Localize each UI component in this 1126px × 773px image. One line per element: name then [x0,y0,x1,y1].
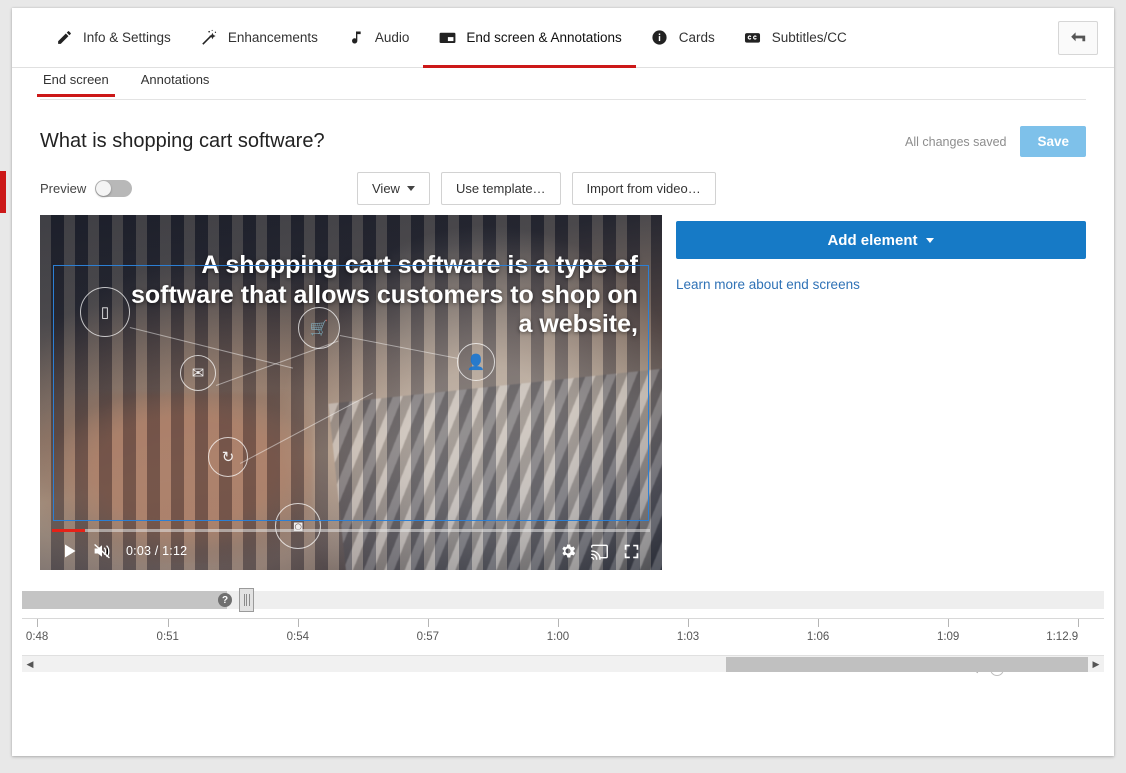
info-circle-icon [650,28,670,48]
end-screen-icon [437,28,457,48]
nav-tab-label: End screen & Annotations [466,30,622,45]
help-circle-icon[interactable]: ? [218,593,232,607]
ruler-tick [37,619,39,627]
closed-caption-icon [743,28,763,48]
help-glyph: ? [221,594,229,606]
nav-tab-subtitles-cc[interactable]: Subtitles/CC [729,8,861,68]
ruler-tick [1078,619,1080,627]
title-row: What is shopping cart software? All chan… [40,100,1086,171]
nav-tab-end-screen-annotations[interactable]: End screen & Annotations [423,8,637,68]
save-area: All changes saved Save [905,126,1086,157]
scrollbar-thumb[interactable] [725,656,1088,672]
subtab-label: Annotations [140,72,210,87]
ruler-tick [948,619,950,627]
horizontal-scrollbar[interactable]: ◀ ▶ [22,655,1104,672]
back-button[interactable] [1058,21,1098,55]
ruler-tick-label: 0:51 [156,631,179,643]
save-status-text: All changes saved [905,134,1007,149]
magic-wand-icon [199,28,219,48]
editor-card: Info & Settings Enhancements Audio End s… [12,8,1114,756]
handle-line [246,594,247,606]
subtab-label: End screen [43,72,109,87]
nav-tab-audio[interactable]: Audio [332,8,424,68]
scroll-right-arrow-icon[interactable]: ▶ [1088,656,1104,673]
ruler-tick-label: 1:03 [676,631,700,643]
preview-toggle[interactable] [95,179,133,197]
hud-node-refresh-icon: ↻ [208,437,248,477]
video-controls: 0:03 / 1:12 [40,532,662,570]
top-nav: Info & Settings Enhancements Audio End s… [12,8,1114,68]
editor-area: ▯ 🛒 👤 ✉ ↻ ◙ A shopping cart software is … [40,215,1086,570]
import-from-video-button[interactable]: Import from video… [571,171,716,205]
add-element-button[interactable]: Add element [675,221,1086,259]
ruler-tick-label: 0:54 [286,631,310,643]
left-edge-sliver [0,171,6,213]
right-panel: Add element Learn more about end screens [675,215,1086,570]
timeline-track[interactable]: ? [22,588,1104,612]
nav-tab-enhancements[interactable]: Enhancements [185,8,332,68]
chevron-down-icon [926,237,935,243]
preview-label: Preview [40,180,87,196]
ruler-tick-label: 1:12.9 [1046,631,1079,643]
scrollbar-trough[interactable] [38,656,1088,673]
sub-tabs: End screen Annotations [37,68,1086,100]
subtab-annotations[interactable]: Annotations [138,72,213,96]
use-template-button[interactable]: Use template… [440,171,561,205]
ruler-tick [818,619,820,627]
editor-toolbar: Preview View Use template… Import from v… [40,171,1086,205]
ruler-tick [557,619,559,627]
nav-tab-label: Enhancements [227,30,318,45]
nav-tab-label: Info & Settings [83,30,171,45]
toggle-knob [96,180,112,196]
ruler-tick [427,619,429,627]
play-icon[interactable] [54,535,86,567]
drag-handle-icon[interactable] [239,588,254,612]
music-note-icon [346,28,366,48]
timeline-track-filled [22,591,227,609]
video-overlay-text: A shopping cart software is a type of so… [130,251,638,338]
add-element-label: Add element [827,231,918,249]
volume-muted-icon[interactable] [86,535,118,567]
subtab-end-screen[interactable]: End screen [37,72,115,97]
learn-more-link[interactable]: Learn more about end screens [676,277,860,292]
save-button[interactable]: Save [1020,126,1086,157]
view-button-label: View [372,180,400,196]
timeline-ruler: 0:48 0:51 0:54 0:57 1:00 1:03 1:06 1:09 1:12.9 [22,618,1104,654]
preview-toggle-group: Preview [40,179,133,197]
hud-node-user-icon: 👤 [457,343,495,381]
handle-line [248,594,250,606]
ruler-tick-label: 1:06 [806,631,830,643]
timeline: ? 0:48 0:51 0:54 0:57 1:00 1:03 1:06 1:09 1:12.9 [12,588,1114,682]
ruler-tick-label: 1:00 [546,631,570,643]
fullscreen-icon[interactable] [616,535,648,567]
video-time-display: 0:03 / 1:12 [126,544,188,558]
ruler-tick-label: 1:09 [936,631,960,643]
page-title: What is shopping cart software? [40,130,325,152]
nav-tab-label: Cards [678,30,715,45]
gear-icon[interactable] [552,535,584,567]
back-arrow-icon [1068,30,1088,46]
handle-line [243,594,245,606]
cast-icon[interactable] [584,535,616,567]
scroll-left-arrow-icon[interactable]: ◀ [22,656,38,673]
ruler-tick-label: 0:48 [25,631,49,643]
hud-node-mail-icon: ✉ [180,355,216,391]
ruler-tick [688,619,690,627]
use-template-label: Use template… [455,180,546,196]
pencil-icon [54,28,74,48]
nav-tab-info-settings[interactable]: Info & Settings [40,8,185,68]
ruler-tick-label: 0:57 [416,631,440,643]
video-preview-player[interactable]: ▯ 🛒 👤 ✉ ↻ ◙ A shopping cart software is … [40,215,662,570]
import-from-video-label: Import from video… [586,180,701,196]
ruler-tick [167,619,169,627]
view-dropdown-button[interactable]: View [357,171,430,205]
chevron-down-icon [406,185,415,191]
nav-tab-label: Subtitles/CC [771,30,847,45]
toolbar-buttons: View Use template… Import from video… [357,171,716,205]
app-root: Info & Settings Enhancements Audio End s… [0,0,1126,773]
nav-tab-cards[interactable]: Cards [636,8,729,68]
ruler-tick [297,619,299,627]
nav-tab-label: Audio [374,30,410,45]
